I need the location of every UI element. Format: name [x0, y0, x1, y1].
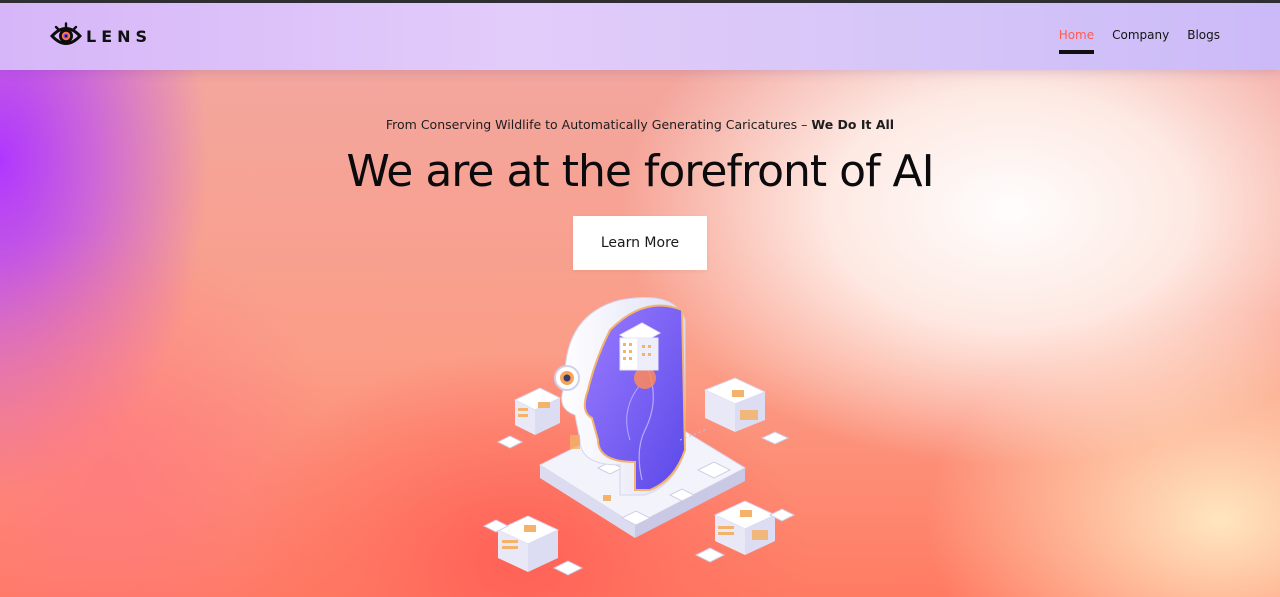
ai-head-illustration [482, 297, 796, 576]
nav-link-company[interactable]: Company [1112, 28, 1169, 48]
nav-link-home[interactable]: Home [1058, 28, 1095, 54]
navbar: LENS Home Company Blogs [0, 3, 1280, 70]
hero-headline: We are at the forefront of AI [346, 146, 934, 197]
main-nav: Home Company Blogs [1041, 28, 1220, 54]
hero-tagline: From Conserving Wildlife to Automaticall… [0, 117, 1280, 132]
window-top-border [0, 0, 1280, 3]
brand-name: LENS [86, 26, 153, 46]
nav-link-blogs[interactable]: Blogs [1187, 28, 1220, 48]
hero-tagline-lead: From Conserving Wildlife to Automaticall… [385, 117, 812, 132]
eye-icon [50, 22, 82, 45]
learn-more-button[interactable]: Learn More [573, 216, 707, 270]
hero-tagline-bold: We Do It All [811, 117, 895, 132]
brand-logo[interactable]: LENS [50, 21, 152, 51]
